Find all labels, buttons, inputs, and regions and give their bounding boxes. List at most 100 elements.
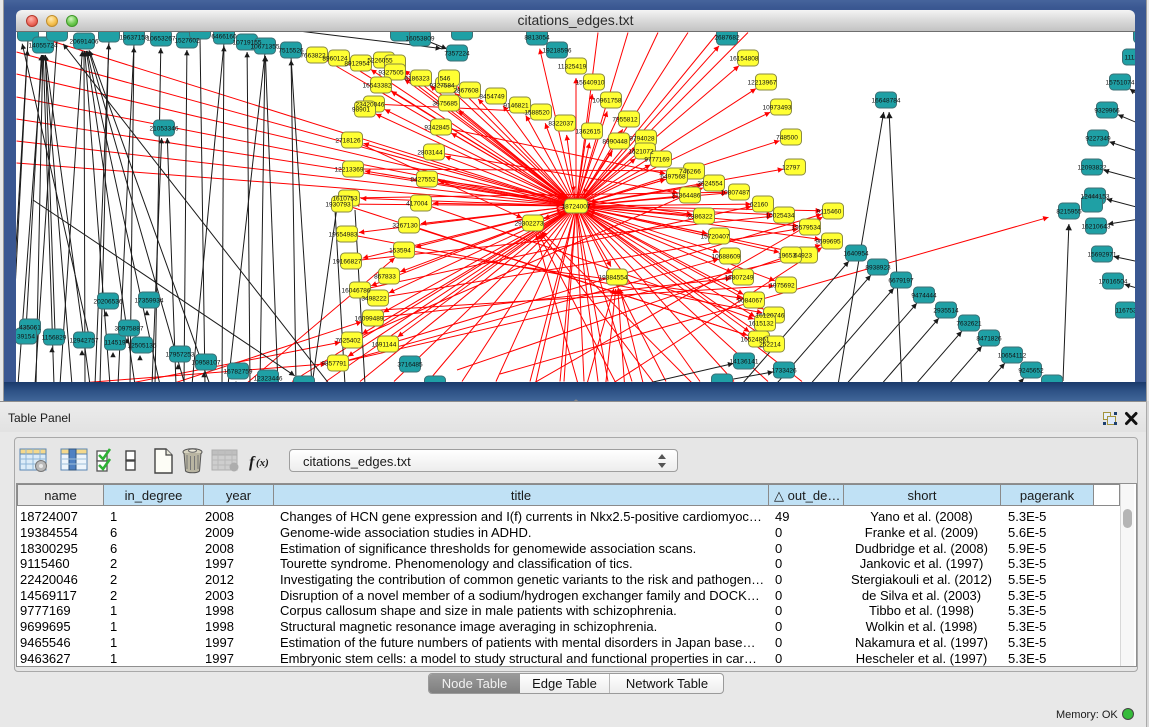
svg-text:98901: 98901 bbox=[352, 107, 370, 114]
svg-text:19384554: 19384554 bbox=[599, 275, 628, 282]
svg-text:14055724: 14055724 bbox=[29, 43, 58, 50]
svg-text:8990448: 8990448 bbox=[602, 139, 628, 146]
svg-text:3716485: 3716485 bbox=[397, 362, 423, 369]
svg-text:19579534: 19579534 bbox=[792, 225, 821, 232]
svg-text:1975692: 1975692 bbox=[769, 283, 795, 290]
svg-text:8471826: 8471826 bbox=[976, 336, 1002, 343]
svg-text:9146821: 9146821 bbox=[503, 103, 529, 110]
svg-text:16782759: 16782759 bbox=[224, 369, 253, 376]
svg-text:18724007: 18724007 bbox=[562, 204, 591, 211]
svg-text:10973493: 10973493 bbox=[763, 105, 792, 112]
svg-text:867833: 867833 bbox=[374, 274, 396, 281]
svg-text:8322037: 8322037 bbox=[548, 121, 574, 128]
svg-text:16543382: 16543382 bbox=[363, 83, 392, 90]
svg-text:12942757: 12942757 bbox=[70, 338, 99, 345]
svg-text:21364486: 21364486 bbox=[672, 193, 701, 200]
svg-text:9327584: 9327584 bbox=[429, 83, 455, 90]
svg-text:9245652: 9245652 bbox=[1018, 368, 1044, 375]
svg-text:435061: 435061 bbox=[19, 325, 41, 332]
svg-text:1588520: 1588520 bbox=[524, 110, 550, 117]
svg-text:9327505: 9327505 bbox=[378, 70, 404, 77]
svg-text:8938923: 8938923 bbox=[865, 265, 891, 272]
svg-text:16210643: 16210643 bbox=[1082, 224, 1111, 231]
svg-text:9329966: 9329966 bbox=[1094, 108, 1120, 115]
svg-text:8186323: 8186323 bbox=[404, 76, 430, 83]
svg-text:2867608: 2867608 bbox=[453, 88, 479, 95]
svg-text:12093822: 12093822 bbox=[1078, 165, 1107, 172]
svg-text:8427552: 8427552 bbox=[410, 177, 436, 184]
svg-text:12213967: 12213967 bbox=[748, 80, 777, 87]
svg-text:1156829: 1156829 bbox=[42, 335, 67, 342]
svg-text:7357224: 7357224 bbox=[444, 51, 470, 58]
svg-text:2803144: 2803144 bbox=[417, 150, 443, 157]
svg-text:15692971: 15692971 bbox=[1088, 252, 1117, 259]
svg-text:153594: 153594 bbox=[389, 248, 411, 255]
svg-text:3624554: 3624554 bbox=[697, 181, 723, 188]
svg-text:19218596: 19218596 bbox=[543, 48, 572, 55]
svg-text:9857791: 9857791 bbox=[321, 361, 347, 368]
svg-text:8912954: 8912954 bbox=[344, 61, 370, 68]
svg-text:10961758: 10961758 bbox=[593, 98, 622, 105]
svg-text:2687682: 2687682 bbox=[714, 35, 740, 42]
svg-text:64923: 64923 bbox=[794, 253, 812, 260]
svg-text:19653: 19653 bbox=[778, 253, 796, 260]
svg-text:7625402: 7625402 bbox=[335, 338, 361, 345]
svg-text:12444153: 12444153 bbox=[1081, 194, 1110, 201]
svg-text:14136141: 14136141 bbox=[730, 359, 759, 366]
svg-text:2386322: 2386322 bbox=[687, 214, 713, 221]
svg-text:546: 546 bbox=[440, 76, 451, 83]
svg-text:10025434: 10025434 bbox=[766, 213, 795, 220]
svg-text:11122: 11122 bbox=[1124, 55, 1135, 62]
svg-text:15720407: 15720407 bbox=[701, 234, 730, 241]
svg-text:16053809: 16053809 bbox=[406, 36, 435, 43]
svg-text:20206536: 20206536 bbox=[94, 299, 123, 306]
svg-text:30975887: 30975887 bbox=[115, 326, 144, 333]
svg-text:7955812: 7955812 bbox=[612, 117, 638, 124]
svg-text:10653267: 10653267 bbox=[147, 36, 176, 43]
svg-text:9084067: 9084067 bbox=[737, 298, 763, 305]
svg-text:3267130: 3267130 bbox=[392, 223, 418, 230]
svg-text:8454749: 8454749 bbox=[479, 94, 505, 101]
svg-text:10688609: 10688609 bbox=[712, 254, 741, 261]
svg-text:3675685: 3675685 bbox=[432, 101, 458, 108]
svg-text:252214: 252214 bbox=[759, 342, 781, 349]
svg-text:15640910: 15640910 bbox=[576, 80, 605, 87]
svg-text:19166827: 19166827 bbox=[333, 259, 362, 266]
svg-text:16099489: 16099489 bbox=[355, 316, 384, 323]
svg-text:8215955: 8215955 bbox=[1056, 209, 1082, 216]
svg-text:f: f bbox=[249, 454, 256, 471]
svg-text:11325419: 11325419 bbox=[558, 64, 587, 71]
svg-text:17016504: 17016504 bbox=[1099, 279, 1128, 286]
svg-text:9794028: 9794028 bbox=[629, 136, 655, 143]
svg-text:19654983: 19654983 bbox=[329, 232, 358, 239]
svg-text:62160: 62160 bbox=[750, 202, 768, 209]
svg-text:114519: 114519 bbox=[104, 340, 126, 347]
svg-text:1621072: 1621072 bbox=[628, 149, 654, 156]
svg-text:8813054: 8813054 bbox=[524, 35, 550, 42]
svg-text:19637158: 19637158 bbox=[120, 35, 149, 42]
svg-text:1362615: 1362615 bbox=[575, 129, 601, 136]
svg-text:2935514: 2935514 bbox=[933, 308, 959, 315]
svg-text:12213369: 12213369 bbox=[335, 167, 364, 174]
svg-text:17957253: 17957253 bbox=[166, 352, 195, 359]
svg-text:7632621: 7632621 bbox=[956, 321, 982, 328]
svg-text:9777169: 9777169 bbox=[644, 157, 670, 164]
svg-text:29302273: 29302273 bbox=[515, 221, 544, 228]
svg-text:9242845: 9242845 bbox=[424, 125, 450, 132]
svg-text:16120746: 16120746 bbox=[756, 313, 785, 320]
svg-text:39154: 39154 bbox=[17, 334, 35, 341]
svg-text:10671355: 10671355 bbox=[251, 44, 280, 51]
svg-text:16046786: 16046786 bbox=[342, 288, 371, 295]
svg-text:1615132: 1615132 bbox=[748, 321, 774, 328]
svg-text:10807487: 10807487 bbox=[721, 190, 750, 197]
svg-text:12797: 12797 bbox=[782, 165, 800, 172]
svg-text:748500: 748500 bbox=[776, 135, 798, 142]
svg-text:18807249: 18807249 bbox=[725, 275, 754, 282]
svg-text:15751074: 15751074 bbox=[1106, 80, 1135, 87]
svg-text:10654112: 10654112 bbox=[998, 353, 1027, 360]
svg-text:6497568: 6497568 bbox=[660, 174, 686, 181]
svg-text:21053346: 21053346 bbox=[150, 126, 179, 133]
svg-text:3498222: 3498222 bbox=[361, 296, 387, 303]
svg-text:1691144: 1691144 bbox=[372, 342, 397, 349]
svg-text:10958107: 10958107 bbox=[192, 360, 221, 367]
